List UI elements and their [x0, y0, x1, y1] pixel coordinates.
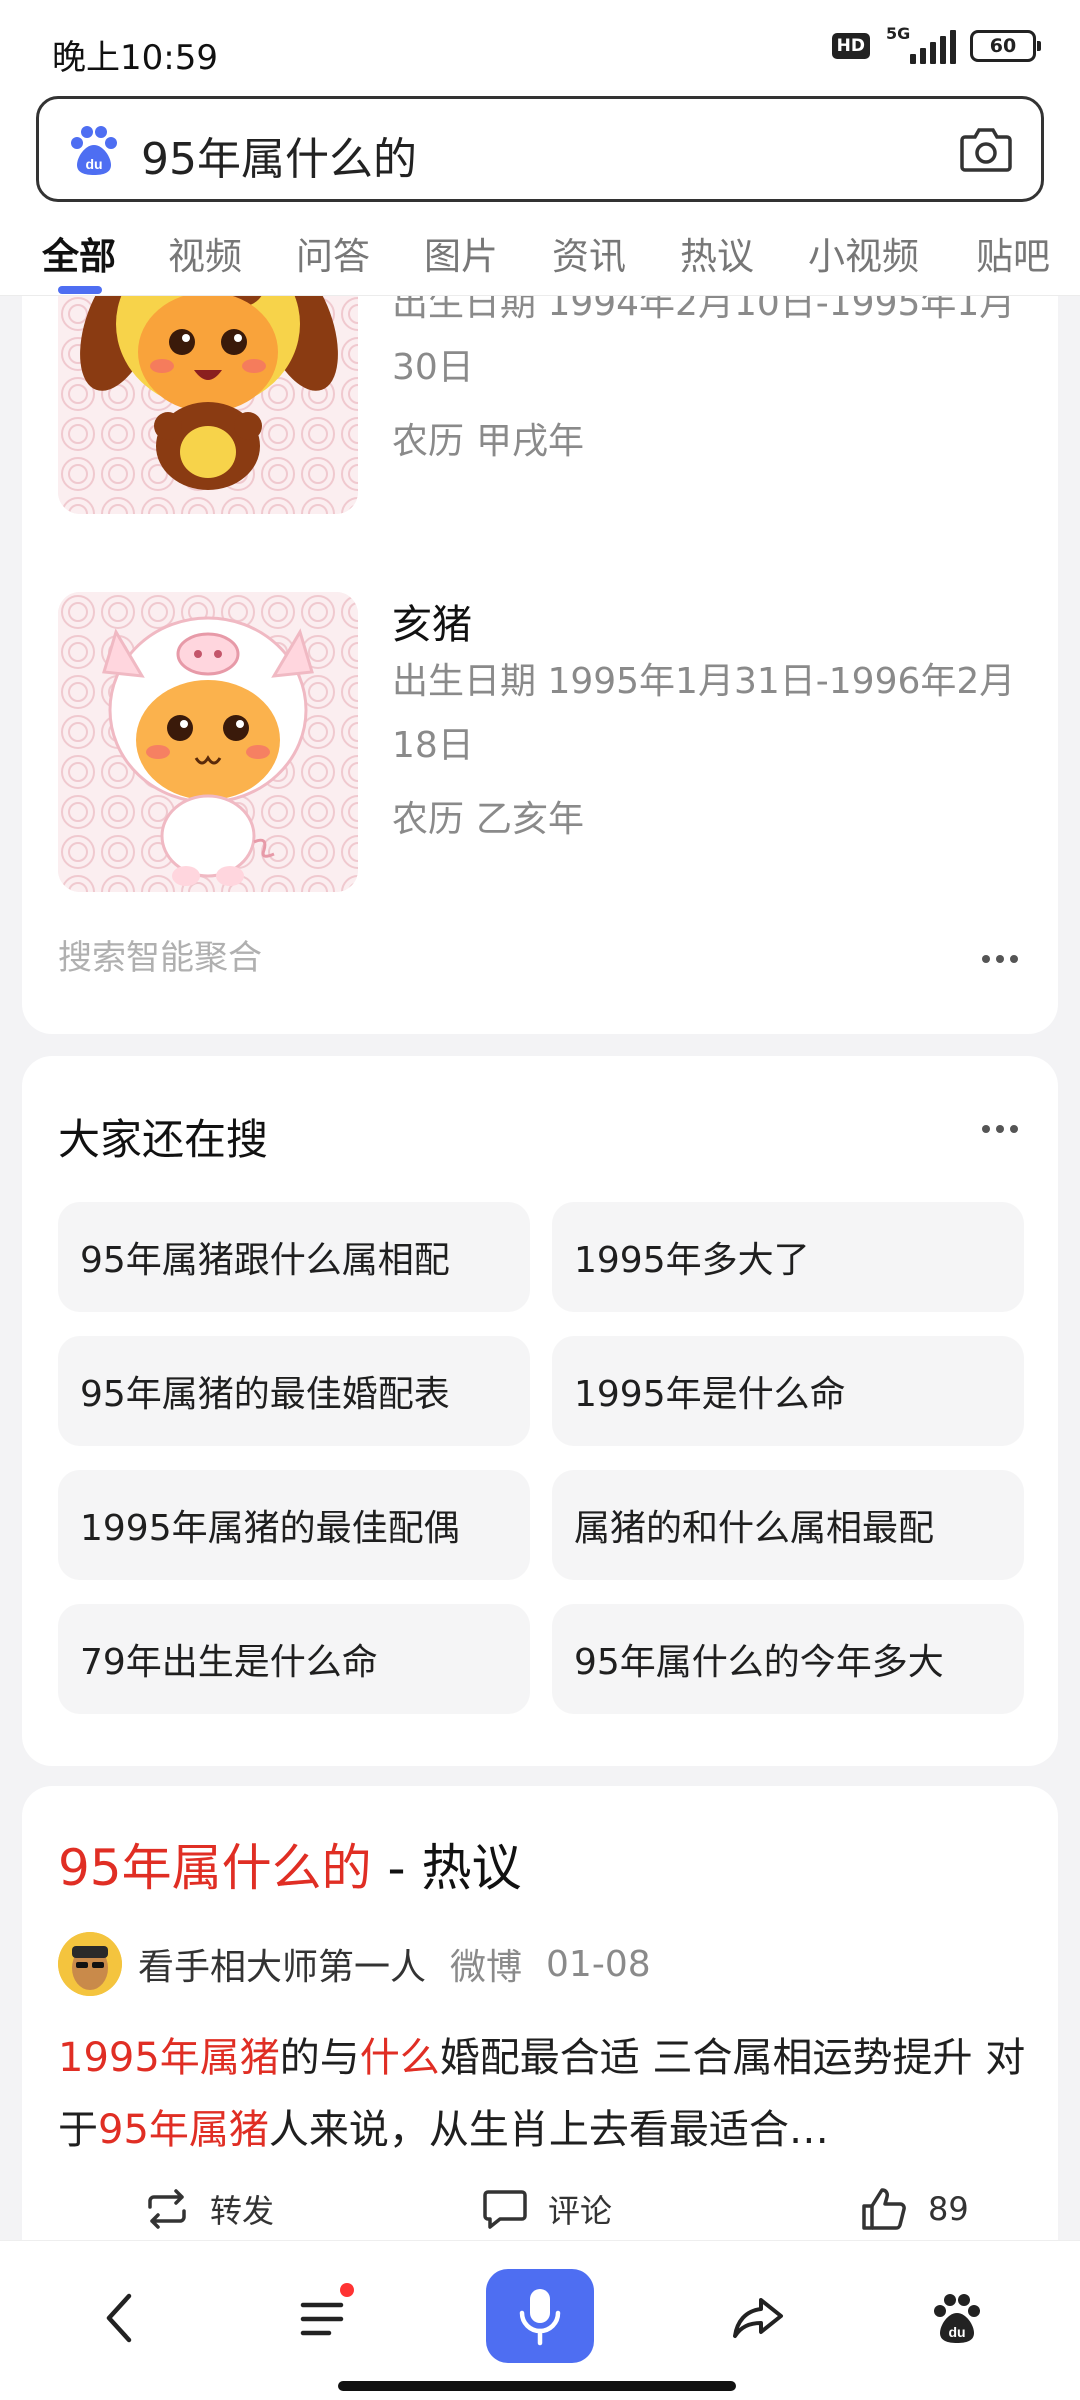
- related-search-chip[interactable]: 1995年多大了: [552, 1202, 1024, 1312]
- post-excerpt[interactable]: 1995年属猪的与什么婚配最合适 三合属相运势提升 对于95年属猪人来说，从生肖…: [58, 2022, 1038, 2166]
- zodiac-birth-range: 出生日期 1995年1月31日-1996年2月18日: [392, 661, 1016, 766]
- lunar-value: 甲戌年: [476, 421, 585, 462]
- zodiac-lunar-year: 农历 乙亥年: [392, 790, 584, 842]
- hot-title[interactable]: 95年属什么的 - 热议: [58, 1828, 521, 1900]
- related-search-chip[interactable]: 1995年属猪的最佳配偶: [58, 1470, 530, 1580]
- svg-text:du: du: [948, 2324, 965, 2340]
- more-options-icon[interactable]: [982, 952, 1022, 966]
- excerpt-text: 人来说，从生肖上去看最适合…: [268, 2107, 829, 2153]
- like-button[interactable]: 89: [860, 2186, 969, 2232]
- zodiac-name: 亥猪: [392, 602, 472, 648]
- status-time: 晚上10:59: [52, 38, 218, 78]
- thumbs-up-icon: [862, 2188, 906, 2230]
- comment-icon: [483, 2190, 527, 2229]
- hot-title-keyword: 95年属什么的: [58, 1839, 372, 1897]
- status-bar: 晚上10:59 HD 5G 60: [0, 0, 1080, 96]
- battery-icon: 60: [970, 30, 1041, 62]
- excerpt-keyword: 95年属猪: [98, 2107, 269, 2153]
- related-search-chip[interactable]: 95年属猪跟什么属相配: [58, 1202, 530, 1312]
- baidu-paw-icon[interactable]: du: [922, 2283, 992, 2353]
- related-title: 大家还在搜: [58, 1115, 269, 1164]
- tab-bar: 全部 视频 问答 图片 资讯 热议 小视频 贴吧: [0, 212, 1080, 296]
- svg-text:du: du: [85, 156, 102, 172]
- tab-qa[interactable]: 问答: [296, 226, 370, 280]
- avatar[interactable]: [58, 1932, 122, 1996]
- related-search-chip[interactable]: 属猪的和什么属相最配: [552, 1470, 1024, 1580]
- more-options-icon[interactable]: [982, 1122, 1022, 1136]
- zodiac-card: 出生日期 1994年2月10日-1995年1月30日 农历 甲戌年 亥猪 出生日…: [22, 240, 1058, 1034]
- related-search-chip[interactable]: 95年属什么的今年多大: [552, 1604, 1024, 1714]
- related-search-chip[interactable]: 95年属猪的最佳婚配表: [58, 1336, 530, 1446]
- repost-label: 转发: [210, 2192, 275, 2230]
- comment-label: 评论: [548, 2192, 613, 2230]
- tab-video[interactable]: 视频: [168, 226, 242, 280]
- tab-news[interactable]: 资讯: [552, 226, 626, 280]
- bottom-navigation: du: [0, 2240, 1080, 2400]
- post-source: 微博: [450, 1947, 523, 1988]
- aggregation-footer: 搜索智能聚合: [58, 938, 262, 978]
- excerpt-keyword: 什么: [359, 2035, 440, 2081]
- pig-image[interactable]: [58, 592, 358, 892]
- post-actions: 转发 评论 89: [22, 2182, 1058, 2242]
- tab-discussion[interactable]: 热议: [680, 226, 754, 280]
- baidu-paw-icon: du: [71, 126, 117, 175]
- excerpt-keyword: 1995年属猪: [58, 2035, 280, 2081]
- signal-icon: 5G: [884, 24, 956, 64]
- related-searches-card: 大家还在搜 95年属猪跟什么属相配 1995年多大了 95年属猪的最佳婚配表 1…: [22, 1056, 1058, 1766]
- search-query[interactable]: 95年属什么的: [141, 123, 417, 187]
- lunar-label: 农历: [392, 799, 465, 840]
- menu-icon[interactable]: [290, 2283, 360, 2353]
- lunar-label: 农历: [392, 421, 465, 462]
- status-icons: HD 5G 60: [831, 24, 1041, 64]
- notification-dot: [340, 2283, 354, 2297]
- tab-tieba[interactable]: 贴吧: [976, 226, 1050, 280]
- share-icon[interactable]: [724, 2283, 794, 2353]
- back-icon[interactable]: [84, 2283, 154, 2353]
- comment-button[interactable]: 评论: [482, 2186, 612, 2232]
- tab-images[interactable]: 图片: [424, 226, 498, 280]
- related-search-chip[interactable]: 79年出生是什么命: [58, 1604, 530, 1714]
- zodiac-lunar-year: 农历 甲戌年: [392, 412, 584, 464]
- hot-title-suffix: - 热议: [371, 1839, 522, 1897]
- author-name[interactable]: 看手相大师第一人: [138, 1938, 426, 1990]
- search-box[interactable]: du 95年属什么的: [36, 96, 1044, 202]
- excerpt-text: 的与: [279, 2035, 360, 2081]
- tab-short-video[interactable]: 小视频: [808, 226, 919, 280]
- repost-button[interactable]: 转发: [144, 2186, 274, 2232]
- lunar-value: 乙亥年: [476, 799, 585, 840]
- microphone-icon: [519, 2289, 561, 2346]
- home-indicator[interactable]: [338, 2381, 736, 2391]
- top-bar: 晚上10:59 HD 5G 60 du 95年属什么的 全部 视频 问答 图片 …: [0, 0, 1080, 296]
- camera-icon[interactable]: [959, 125, 1013, 173]
- author-row[interactable]: 看手相大师第一人 微博 01-08: [58, 1932, 651, 1996]
- active-tab-indicator: [58, 286, 102, 294]
- post-date: 01-08: [546, 1943, 651, 1985]
- repost-icon: [148, 2189, 186, 2229]
- voice-search-button[interactable]: [486, 2269, 594, 2363]
- tab-all[interactable]: 全部: [42, 226, 116, 280]
- like-count: 89: [928, 2190, 969, 2228]
- battery-level: 60: [989, 35, 1017, 57]
- hd-badge: HD: [831, 33, 870, 59]
- network-label: 5G: [886, 24, 911, 43]
- related-search-chip[interactable]: 1995年是什么命: [552, 1336, 1024, 1446]
- hot-discussion-card[interactable]: 95年属什么的 - 热议 看手相大师第一人 微博 01-08 1995年属猪的与…: [22, 1786, 1058, 2246]
